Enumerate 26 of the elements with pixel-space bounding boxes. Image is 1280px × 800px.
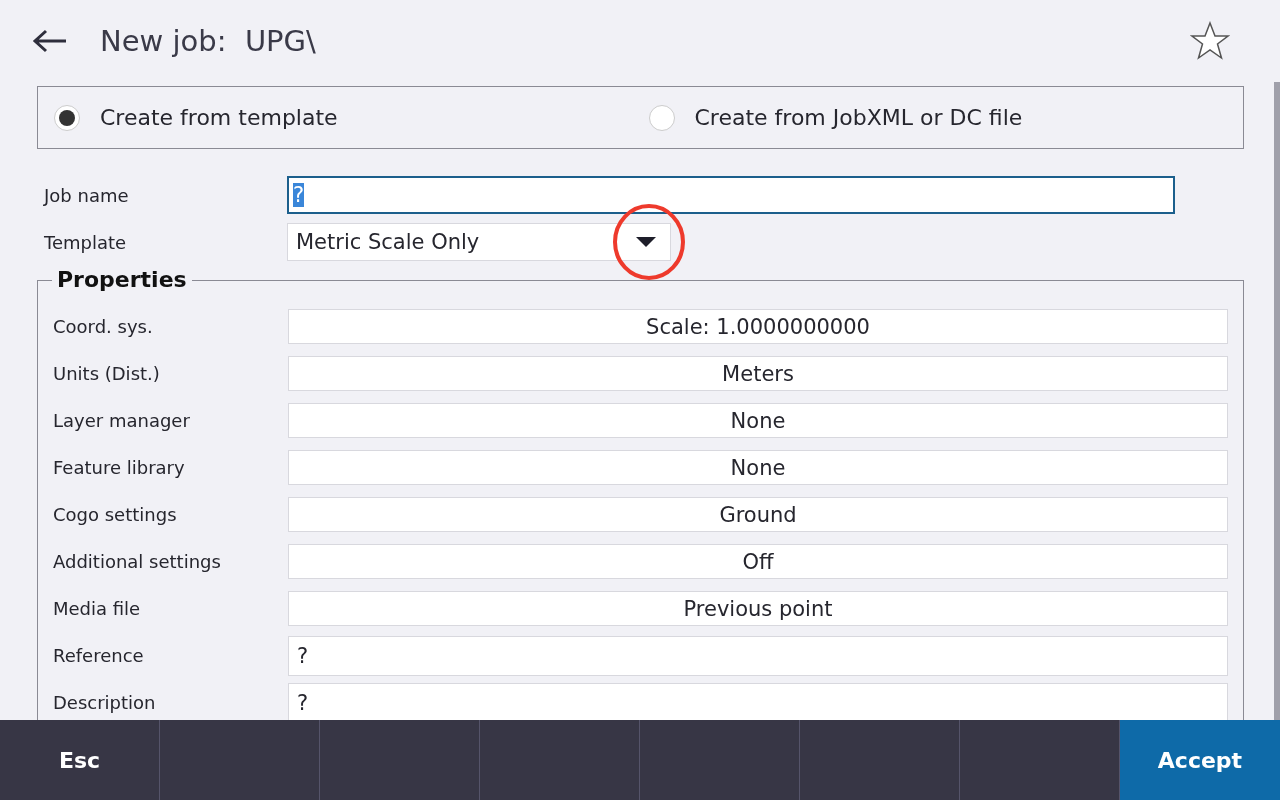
choice-field[interactable]: None	[288, 403, 1228, 438]
choice-field[interactable]: Previous point	[288, 591, 1228, 626]
field-label: Additional settings	[53, 551, 222, 572]
page-title: New job: UPG\	[100, 24, 317, 58]
field-label: Job name	[42, 184, 130, 206]
choice-field[interactable]: Ground	[288, 497, 1228, 532]
choice-field[interactable]: Meters	[288, 356, 1228, 391]
field-label: Units (Dist.)	[53, 363, 161, 384]
template-dropdown[interactable]: Metric Scale Only	[287, 223, 671, 261]
radio-label[interactable]: Create from template	[100, 105, 338, 130]
job-name-input[interactable]: ?	[287, 176, 1175, 214]
field-label: Media file	[53, 598, 142, 619]
choice-field[interactable]: Scale: 1.0000000000	[288, 309, 1228, 344]
field-label: Description	[53, 692, 157, 713]
field-label: Coord. sys.	[53, 316, 154, 337]
field-label: Layer manager	[53, 410, 191, 431]
field-label: Feature library	[53, 457, 186, 478]
text-input[interactable]: ?	[288, 682, 1228, 723]
choice-field[interactable]: None	[288, 450, 1228, 485]
field-label: Reference	[53, 645, 145, 666]
accept-button[interactable]: Accept	[1120, 720, 1280, 800]
choice-field[interactable]: Off	[288, 544, 1228, 579]
field-label: Template	[43, 231, 128, 253]
text-input[interactable]: ?	[288, 635, 1228, 676]
radio-label[interactable]: Create from JobXML or DC file	[694, 105, 1023, 130]
field-label: Cogo settings	[53, 504, 178, 525]
